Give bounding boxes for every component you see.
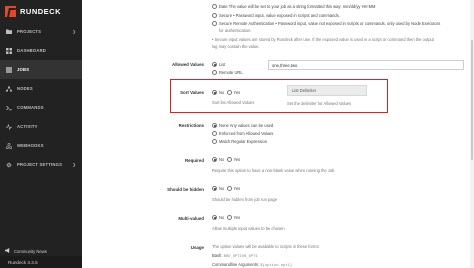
allowed-values-label: Allowed Values <box>172 62 204 67</box>
sidebar-item-project-settings[interactable]: PROJECT SETTINGS ❯ <box>0 155 82 174</box>
required-options: No Yes <box>212 157 241 163</box>
sidebar-item-jobs[interactable]: JOBS <box>0 60 82 79</box>
sidebar-item-webhooks[interactable]: WEBHOOKS <box>0 136 82 155</box>
brand-name: RUNDECK <box>20 6 61 16</box>
chevron-right-icon: ❯ <box>72 162 76 167</box>
usage-commandline: Commandline Arguments: ${option.opt1} <box>212 262 292 268</box>
hidden-no-label: No <box>219 186 225 191</box>
required-help: Require this option to have a non-blank … <box>212 168 335 173</box>
sidebar-item-label: WEBHOOKS <box>17 143 44 148</box>
multivalued-yes-radio[interactable] <box>226 215 232 221</box>
secure-remote-cont: for authentication. <box>219 28 252 33</box>
allowed-values-remote-url-option[interactable]: Remote URL <box>212 70 243 76</box>
scrollbar[interactable] <box>470 0 474 268</box>
secure-note-line2: log may contain the value. <box>212 44 260 49</box>
restriction-option-enforced[interactable]: Enforced from Allowed Values <box>212 131 274 137</box>
sidebar-item-label: DASHBOARD <box>17 48 47 53</box>
hidden-label: Should be hidden <box>167 187 204 192</box>
restriction-enforced-text: Enforced from Allowed Values <box>219 131 274 136</box>
restriction-option-none[interactable]: None Any values can be used <box>212 123 274 129</box>
chevron-right-icon: ❯ <box>72 29 76 34</box>
usage-label: Usage <box>190 245 204 250</box>
gear-icon <box>6 162 12 168</box>
hidden-yes-label: Yes <box>233 186 241 191</box>
restriction-regex-text: Match Regular Expression <box>219 139 268 144</box>
hidden-yes-radio[interactable] <box>226 186 232 192</box>
webhooks-icon <box>6 142 12 149</box>
activity-icon <box>6 123 12 130</box>
multivalued-yes-label: Yes <box>233 215 241 220</box>
allowed-values-list-option[interactable]: List <box>212 62 226 68</box>
sidebar-item-label: PROJECTS <box>17 29 42 34</box>
sidebar-item-nodes[interactable]: NODES <box>0 79 82 98</box>
usage-bash-code: $RD_OPTION_OPT1 <box>223 255 258 259</box>
sidebar-item-activity[interactable]: ACTIVITY <box>0 117 82 136</box>
input-type-secure-option[interactable]: Secure • Password input, value exposed i… <box>212 13 340 19</box>
allowed-values-input[interactable]: one,three,two <box>268 60 464 70</box>
required-yes-radio[interactable] <box>226 157 232 163</box>
megaphone-icon <box>5 248 11 254</box>
sidebar-item-label: JOBS <box>17 67 30 72</box>
sidebar-item-label: PROJECT SETTINGS <box>17 162 63 167</box>
dashboard-icon <box>6 47 12 54</box>
secure-radio[interactable] <box>212 13 217 19</box>
required-yes-label: Yes <box>233 157 241 162</box>
restriction-none-text: None Any values can be used <box>219 123 274 128</box>
sidebar-item-label: ACTIVITY <box>17 124 38 129</box>
main-content: Date The value will be set to your job a… <box>82 0 474 268</box>
rundeck-logo-icon <box>5 5 16 17</box>
sidebar-item-dashboard[interactable]: DASHBOARD <box>0 41 82 60</box>
sidebar-item-projects[interactable]: PROJECTS ❯ <box>0 22 82 41</box>
restriction-none-radio[interactable] <box>212 123 217 129</box>
multivalued-options: No Yes <box>212 215 241 221</box>
multivalued-help: Allow multiple input values to be chosen <box>212 226 285 231</box>
multivalued-label: Multi-valued <box>178 216 204 221</box>
scrollbar-thumb[interactable] <box>470 40 474 160</box>
restriction-enforced-radio[interactable] <box>212 131 217 137</box>
usage-commandline-label: Commandline Arguments: <box>212 262 260 267</box>
date-option-text: Date The value will be set to your job a… <box>219 4 376 9</box>
required-label: Required <box>184 158 204 163</box>
community-news-label: Community News <box>14 248 47 254</box>
jobs-icon <box>6 67 12 73</box>
remote-url-radio[interactable] <box>212 70 217 76</box>
usage-bash: Bash: $RD_OPTION_OPT1 <box>212 253 258 259</box>
date-radio[interactable] <box>212 4 217 10</box>
usage-commandline-code: ${option.opt1} <box>260 264 293 268</box>
sidebar: RUNDECK PROJECTS ❯ DASHBOARD JOBS NODES … <box>0 0 82 268</box>
multivalued-no-label: No <box>219 215 225 220</box>
list-option-text: List <box>219 62 226 67</box>
multivalued-no-radio[interactable] <box>212 215 217 221</box>
required-no-label: No <box>219 157 225 162</box>
sidebar-item-label: NODES <box>17 86 33 91</box>
input-type-date-option[interactable]: Date The value will be set to your job a… <box>212 4 376 10</box>
input-type-secure-remote-option[interactable]: Secure Remote Authentication • Password … <box>212 21 441 27</box>
folder-icon <box>6 29 12 35</box>
nodes-icon <box>6 85 12 92</box>
community-news-link[interactable]: Community News <box>0 246 82 256</box>
remote-url-option-text: Remote URL <box>219 70 243 75</box>
sidebar-item-label: COMMANDS <box>17 105 44 110</box>
hidden-options: No Yes <box>212 186 241 192</box>
brand[interactable]: RUNDECK <box>0 0 82 22</box>
hidden-help: Should be hidden from job run page <box>212 197 278 202</box>
required-no-radio[interactable] <box>212 157 217 163</box>
commands-icon <box>6 105 12 111</box>
restriction-option-regex[interactable]: Match Regular Expression <box>212 139 268 145</box>
secure-remote-radio[interactable] <box>212 21 217 27</box>
secure-option-text: Secure • Password input, value exposed i… <box>219 13 340 18</box>
version-label: Rundeck 3.3.5 <box>0 256 82 268</box>
sidebar-footer: Community News Rundeck 3.3.5 <box>0 246 82 268</box>
sidebar-nav: PROJECTS ❯ DASHBOARD JOBS NODES COMMANDS… <box>0 22 82 174</box>
usage-help: The option values will be available to s… <box>212 244 320 249</box>
sort-values-highlight <box>170 79 388 113</box>
secure-remote-option-text: Secure Remote Authentication • Password … <box>219 21 441 26</box>
hidden-no-radio[interactable] <box>212 186 217 192</box>
sidebar-item-commands[interactable]: COMMANDS <box>0 98 82 117</box>
restrictions-label: Restrictions <box>178 123 204 128</box>
usage-bash-label: Bash: <box>212 253 223 258</box>
secure-note-line1: • Secure input values are stored by Rund… <box>212 37 434 42</box>
restriction-regex-radio[interactable] <box>212 139 217 145</box>
list-radio[interactable] <box>212 62 217 68</box>
